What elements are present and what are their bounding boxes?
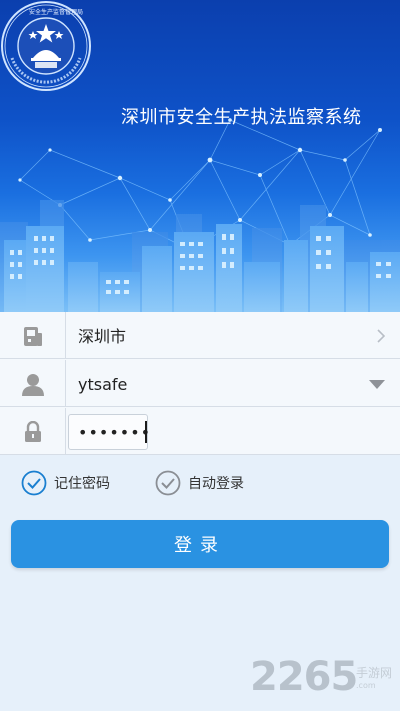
login-form: 深圳市 ytsafe ••••••• bbox=[0, 312, 400, 455]
remember-password-label: 记住密码 bbox=[54, 476, 110, 492]
user-icon bbox=[21, 373, 44, 396]
icon-cell bbox=[0, 408, 66, 455]
remember-password-checkbox[interactable]: 记住密码 bbox=[21, 468, 110, 498]
watermark-number: 2265 bbox=[250, 654, 358, 700]
icon-cell bbox=[0, 360, 66, 407]
checked-circle-icon bbox=[21, 470, 47, 496]
unchecked-circle-icon bbox=[155, 470, 181, 496]
username-row: ytsafe bbox=[0, 360, 400, 407]
dropdown-triangle-icon[interactable] bbox=[368, 360, 386, 407]
auto-login-checkbox[interactable]: 自动登录 bbox=[155, 468, 244, 498]
bureau-emblem-logo: 安全生产监督管理局 bbox=[1, 1, 91, 91]
password-field[interactable]: ••••••• bbox=[78, 408, 151, 455]
icon-cell bbox=[0, 312, 66, 359]
password-row: ••••••• bbox=[0, 408, 400, 455]
header-banner: 安全生产监督管理局 深圳市安全生产执法监察系统 bbox=[0, 0, 400, 312]
login-button[interactable]: 登录 bbox=[11, 520, 389, 568]
lock-icon bbox=[24, 420, 41, 442]
chevron-right-icon[interactable] bbox=[376, 312, 386, 359]
auto-login-label: 自动登录 bbox=[188, 476, 244, 492]
text-cursor bbox=[145, 421, 147, 443]
username-field[interactable]: ytsafe bbox=[78, 360, 127, 407]
app-title: 深圳市安全生产执法监察系统 bbox=[121, 107, 362, 128]
city-value: 深圳市 bbox=[78, 327, 127, 346]
watermark-site-name: 手游网 bbox=[356, 666, 393, 680]
site-watermark: 2265 手游网 .com bbox=[250, 654, 396, 704]
city-selector-row[interactable]: 深圳市 bbox=[0, 312, 400, 359]
building-icon bbox=[23, 326, 42, 346]
watermark-suffix: .com bbox=[356, 681, 376, 690]
svg-text:安全生产监督管理局: 安全生产监督管理局 bbox=[29, 8, 83, 16]
